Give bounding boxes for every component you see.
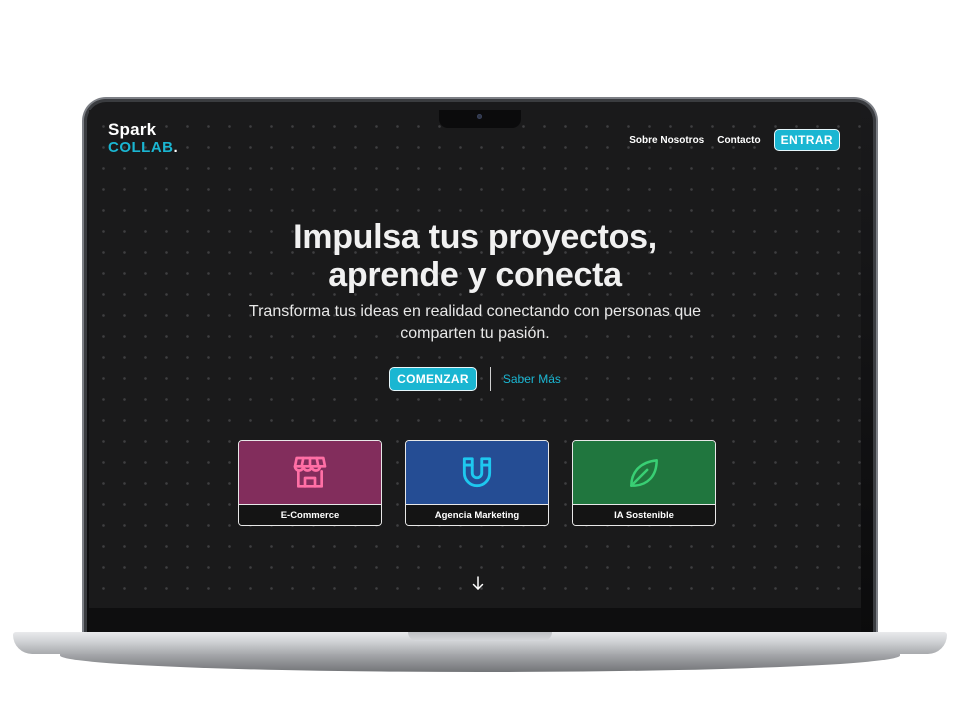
logo-collab-word: COLLAB [108, 139, 174, 156]
brand-logo[interactable]: Spark COLLAB. [108, 121, 178, 155]
hero-subtitle: Transforma tus ideas en realidad conecta… [248, 303, 702, 342]
hero-title-line1: Impulsa tus proyectos, [293, 218, 657, 256]
hero-title: Impulsa tus proyectos, aprende y conecta [89, 218, 861, 294]
card-marketing[interactable]: Agencia Marketing [405, 440, 549, 526]
leaf-icon [630, 458, 658, 487]
logo-text-collab: COLLAB. [108, 140, 178, 155]
laptop-mockup: Spark COLLAB. Sobre Nosotros Contacto EN… [0, 0, 960, 720]
category-cards: E-Commerce Agencia Marketing IA Sostenib… [238, 440, 716, 526]
card-ecommerce[interactable]: E-Commerce [238, 440, 382, 526]
card-ia-label: IA Sostenible [573, 504, 715, 525]
storefront-icon [293, 456, 327, 488]
card-marketing-label: Agencia Marketing [406, 504, 548, 525]
laptop-base-shadow [60, 652, 900, 672]
card-ia-sostenible[interactable]: IA Sostenible [572, 440, 716, 526]
card-ecommerce-label: E-Commerce [239, 504, 381, 525]
learn-more-link[interactable]: Saber Más [503, 372, 561, 386]
start-button[interactable]: COMENZAR [389, 367, 477, 391]
card-ia-image [573, 441, 715, 504]
website-screen: Spark COLLAB. Sobre Nosotros Contacto EN… [89, 110, 861, 608]
card-ecommerce-image [239, 441, 381, 504]
camera-notch [439, 110, 521, 128]
cta-divider [489, 367, 491, 391]
card-marketing-image [406, 441, 548, 504]
top-nav: Sobre Nosotros Contacto ENTRAR [629, 129, 840, 151]
laptop-opening-notch [408, 632, 552, 641]
nav-link-contact[interactable]: Contacto [717, 135, 760, 146]
logo-dot: . [173, 139, 179, 156]
magnet-icon [462, 456, 492, 487]
logo-text-spark: Spark [108, 120, 157, 139]
camera-icon [477, 114, 482, 119]
screen-bottom-bezel [89, 608, 861, 632]
nav-link-about[interactable]: Sobre Nosotros [629, 135, 704, 146]
login-button[interactable]: ENTRAR [773, 129, 840, 151]
hero-title-line2: aprende y conecta [328, 256, 622, 294]
cta-row: COMENZAR Saber Más [89, 367, 861, 391]
arrow-down-icon[interactable] [471, 575, 485, 591]
